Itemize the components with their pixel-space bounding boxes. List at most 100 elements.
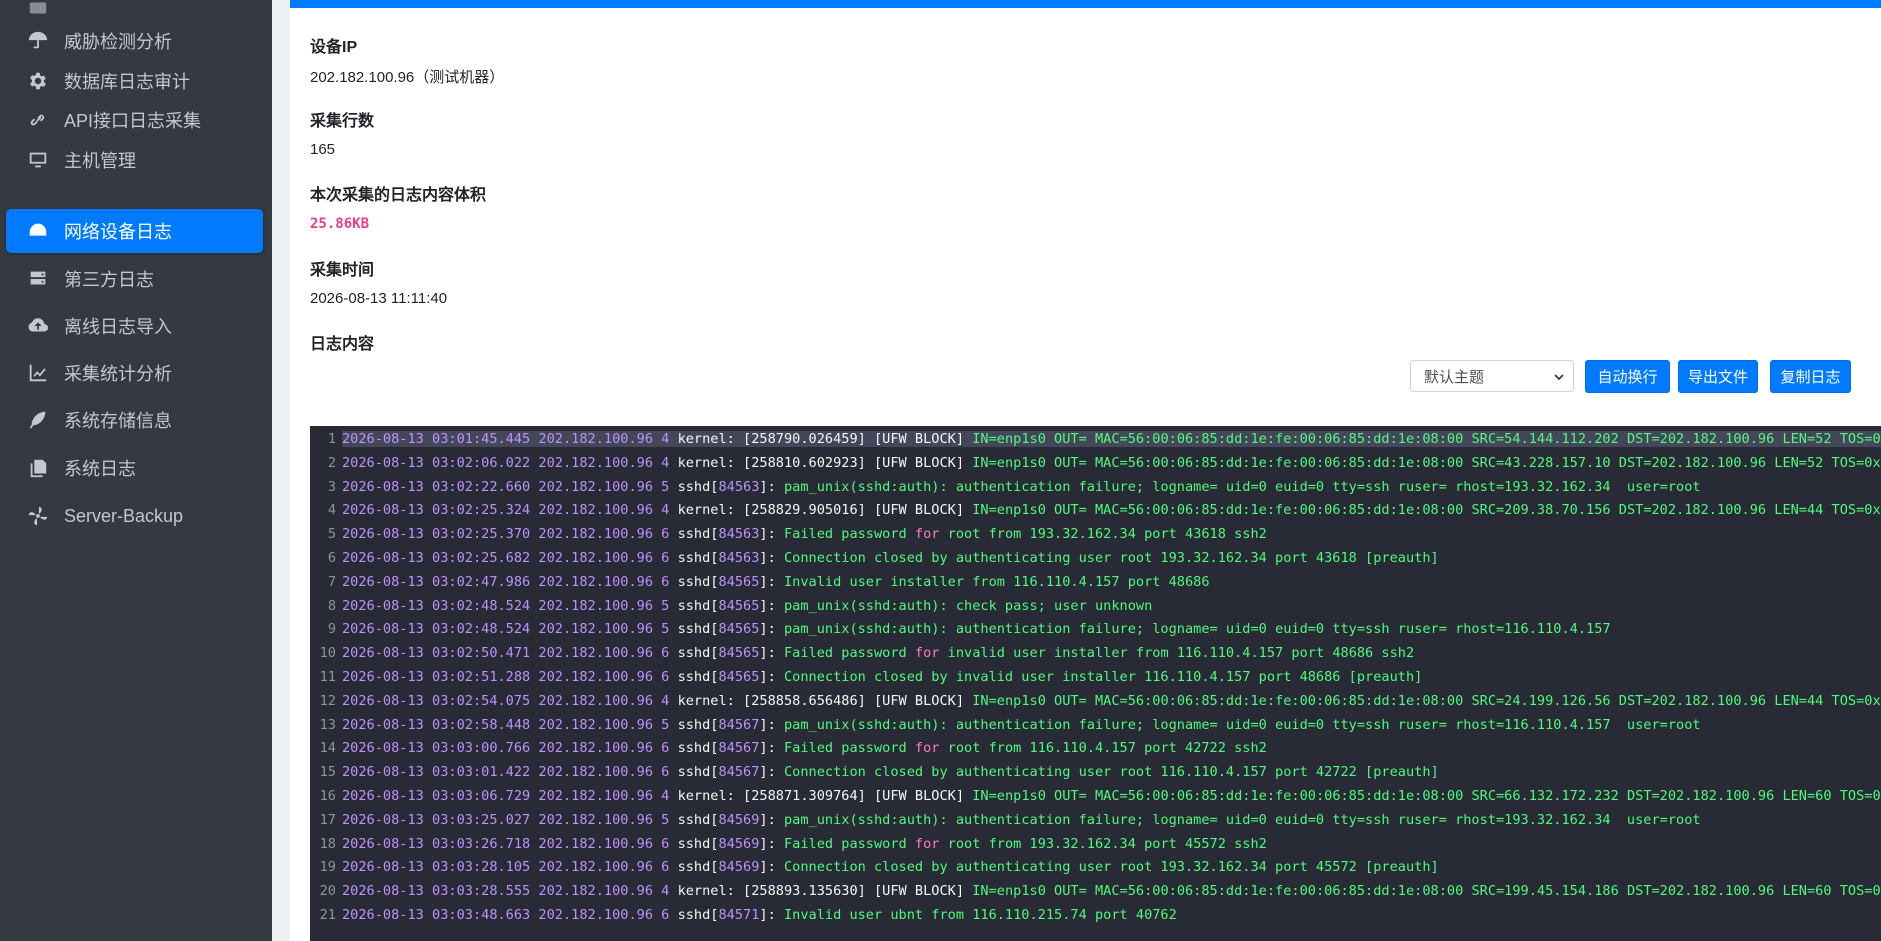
log-tag: [258810.602923] [UFW BLOCK] [743, 454, 965, 471]
log-timestamp: 2026-08-13 03:03:26.718 202.182.100.96 6 [342, 835, 678, 852]
log-line: 4 2026-08-13 03:02:25.324 202.182.100.96 … [310, 498, 1881, 522]
log-process-sep: ]: [759, 478, 776, 495]
log-line-text: 2026-08-13 03:03:01.422 202.182.100.96 6… [342, 764, 1439, 780]
theme-select-value: 默认主题 [1424, 368, 1485, 386]
log-process: sshd[ [677, 669, 719, 685]
log-timestamp: 2026-08-13 03:02:25.682 202.182.100.96 6 [342, 550, 678, 566]
log-content-label: 日志内容 [310, 336, 375, 353]
auto-wrap-button[interactable]: 自动换行 [1585, 360, 1670, 393]
log-line-number: 5 [327, 526, 336, 543]
log-line-number: 1 [327, 431, 336, 447]
copy-icon [26, 456, 50, 480]
log-line-text: 2026-08-13 03:02:51.288 202.182.100.96 6… [342, 669, 1422, 685]
log-line-text: 2026-08-13 03:02:50.471 202.182.100.96 6… [342, 645, 1414, 661]
sidebar-item-offline-import[interactable]: 离线日志导入 [6, 304, 263, 348]
log-line: 6 2026-08-13 03:02:25.682 202.182.100.96 … [310, 546, 1881, 570]
log-timestamp: 2026-08-13 03:02:47.986 202.182.100.96 6 [342, 573, 678, 590]
log-line-number: 16 [319, 788, 336, 804]
log-process-sep: ]: [759, 526, 776, 543]
log-process: sshd[ [677, 478, 719, 495]
log-message: Invalid user installer from 116.110.4.15… [775, 573, 1210, 590]
sidebar-item-storage-info[interactable]: 系统存储信息 [6, 398, 263, 442]
log-pid: 84567 [718, 716, 760, 733]
sidebar-item-threat-detection[interactable]: 威胁检测分析 [6, 19, 263, 63]
log-message-tail: invalid user installer from 116.110.4.15… [939, 645, 1415, 662]
log-message: Connection closed by authenticating user… [775, 764, 1439, 781]
copy-log-button[interactable]: 复制日志 [1770, 360, 1851, 393]
log-process: sshd[ [677, 835, 719, 852]
log-process: sshd[ [677, 573, 719, 590]
log-pid: 84567 [718, 764, 760, 781]
log-line: 14 2026-08-13 03:03:00.766 202.182.100.96… [310, 736, 1881, 760]
log-line-number: 13 [319, 716, 336, 733]
theme-select[interactable]: 默认主题 [1410, 360, 1574, 392]
log-pid: 84563 [718, 526, 760, 543]
log-message: pam_unix(sshd:auth): authentication fail… [775, 621, 1611, 638]
log-line: 16 2026-08-13 03:03:06.729 202.182.100.96… [310, 784, 1881, 808]
log-line-number: 12 [319, 692, 336, 709]
log-process: sshd[ [677, 859, 719, 876]
log-content-viewer[interactable]: 1 2026-08-13 03:01:45.445 202.182.100.96 … [310, 426, 1881, 941]
log-process: sshd[ [677, 716, 719, 733]
log-line-number: 4 [327, 502, 336, 519]
sidebar-item-label: 主机管理 [64, 151, 136, 171]
log-process: kernel: [677, 692, 744, 709]
sidebar-item-label: 系统存储信息 [64, 411, 172, 431]
device-ip-value: 202.182.100.96（测试机器） [310, 69, 505, 86]
log-line-number: 2 [327, 454, 336, 471]
log-line-number: 19 [319, 859, 336, 876]
log-process-sep: ]: [759, 597, 776, 614]
log-detail-card: 设备IP 202.182.100.96（测试机器） 采集行数 165 本次采集的… [290, 0, 1881, 941]
log-pid: 84569 [718, 859, 760, 876]
log-process-sep: ]: [759, 550, 776, 566]
log-line-text: 2026-08-13 03:02:06.022 202.182.100.96 4… [342, 455, 1881, 471]
log-process-sep: ]: [759, 573, 776, 590]
log-process: kernel: [677, 502, 744, 519]
log-message: pam_unix(sshd:auth): authentication fail… [775, 811, 1701, 828]
log-message-tail: root from 116.110.4.157 port 42722 ssh2 [939, 740, 1267, 757]
log-process: sshd[ [677, 550, 719, 566]
log-line: 7 2026-08-13 03:02:47.986 202.182.100.96 … [310, 570, 1881, 594]
log-timestamp: 2026-08-13 03:03:06.729 202.182.100.96 4 [342, 788, 678, 804]
log-line-number: 7 [327, 573, 336, 590]
log-process: sshd[ [677, 764, 719, 781]
export-file-button[interactable]: 导出文件 [1678, 360, 1758, 393]
log-process: kernel: [677, 431, 744, 447]
log-message: IN=enp1s0 OUT= MAC=56:00:06:85:dd:1e:fe:… [972, 692, 1881, 709]
log-line: 13 2026-08-13 03:02:58.448 202.182.100.96… [310, 713, 1881, 737]
log-size-value: 25.86KB [310, 216, 370, 232]
log-process: kernel: [677, 454, 744, 471]
log-process-sep: ]: [759, 621, 776, 638]
log-line-number: 10 [319, 645, 336, 662]
log-message: IN=enp1s0 OUT= MAC=56:00:06:85:dd:1e:fe:… [972, 431, 1881, 447]
log-process: sshd[ [677, 811, 719, 828]
log-process: kernel: [677, 788, 744, 804]
sidebar-item-db-audit[interactable]: 数据库日志审计 [6, 59, 263, 103]
sidebar-item-collection-stats[interactable]: 采集统计分析 [6, 351, 263, 395]
sidebar-item-server-backup[interactable]: Server-Backup [6, 494, 263, 538]
log-keyword: for [914, 645, 940, 662]
partial-icon [26, 0, 50, 20]
log-line: 10 2026-08-13 03:02:50.471 202.182.100.96… [310, 641, 1881, 665]
desktop-icon [26, 148, 50, 172]
log-line-number: 20 [319, 883, 336, 900]
log-message-tail: root from 193.32.162.34 port 45572 ssh2 [939, 835, 1267, 852]
log-line: 11 2026-08-13 03:02:51.288 202.182.100.96… [310, 665, 1881, 689]
sidebar-item-api-logs[interactable]: API接口日志采集 [6, 98, 263, 142]
log-pid: 84569 [718, 811, 760, 828]
sidebar-item-system-logs[interactable]: 系统日志 [6, 446, 263, 490]
log-message: pam_unix(sshd:auth): authentication fail… [775, 478, 1701, 495]
log-process: sshd[ [677, 621, 719, 638]
chevron-down-icon [1554, 374, 1564, 381]
sidebar-item-network-device-logs[interactable]: 网络设备日志 [6, 209, 263, 253]
log-message: Connection closed by invalid user instal… [775, 669, 1423, 685]
log-process: sshd[ [677, 526, 719, 543]
log-timestamp: 2026-08-13 03:03:00.766 202.182.100.96 6 [342, 740, 678, 757]
log-line-number: 3 [327, 478, 336, 495]
sidebar-item-third-party-logs[interactable]: 第三方日志 [6, 257, 263, 301]
sidebar-item-label: 采集统计分析 [64, 364, 172, 384]
log-line: 15 2026-08-13 03:03:01.422 202.182.100.96… [310, 760, 1881, 784]
sidebar-item-label: 第三方日志 [64, 270, 154, 290]
sidebar-item-host-management[interactable]: 主机管理 [6, 138, 263, 182]
log-line-text: 2026-08-13 03:02:54.075 202.182.100.96 4… [342, 693, 1881, 709]
